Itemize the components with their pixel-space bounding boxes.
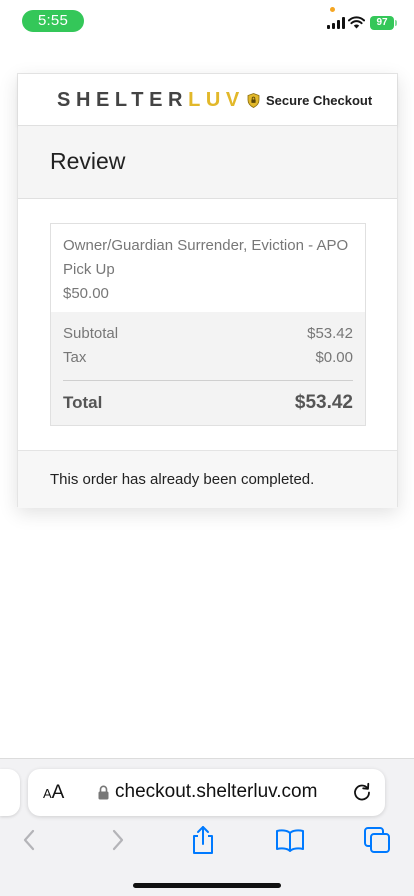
tabs-icon bbox=[364, 827, 390, 853]
forward-button[interactable] bbox=[103, 825, 133, 855]
page-title: Review bbox=[50, 148, 126, 174]
lock-icon bbox=[98, 785, 109, 800]
tax-value: $0.00 bbox=[315, 349, 353, 366]
bookmarks-button[interactable] bbox=[275, 825, 305, 855]
order-status-footer: This order has already been completed. bbox=[18, 451, 397, 508]
address-bar[interactable]: AA checkout.shelterluv.com bbox=[28, 769, 385, 816]
shelterluv-logo[interactable]: SHELTERLUV bbox=[57, 88, 245, 112]
status-time[interactable]: 5:55 bbox=[22, 10, 84, 32]
browser-toolbar bbox=[0, 821, 414, 861]
signal-icon bbox=[327, 17, 345, 29]
order-completed-message: This order has already been completed. bbox=[50, 471, 315, 488]
page-settings-button[interactable]: AA bbox=[43, 782, 64, 804]
share-icon bbox=[193, 826, 213, 854]
aa-small-letter: A bbox=[43, 786, 52, 801]
checkout-card: SHELTERLUV Secure Checkout Review Owner/… bbox=[17, 73, 398, 508]
aa-large-letter: A bbox=[51, 782, 65, 803]
line-item-name: Owner/Guardian Surrender, Eviction - APO… bbox=[63, 237, 349, 278]
totals: Subtotal $53.42 Tax $0.00 Total $53.42 bbox=[51, 312, 365, 425]
logo-shelter-text: SHELTER bbox=[57, 89, 189, 111]
tax-row: Tax $0.00 bbox=[63, 346, 353, 370]
tax-label: Tax bbox=[63, 349, 87, 366]
browser-bottom-bar: AA checkout.shelterluv.com bbox=[0, 758, 414, 896]
logo-luv-text: LUV bbox=[188, 89, 245, 111]
order-summary: Owner/Guardian Surrender, Eviction - APO… bbox=[50, 223, 366, 426]
order-summary-area: Owner/Guardian Surrender, Eviction - APO… bbox=[18, 199, 397, 451]
bookmarks-icon bbox=[276, 829, 304, 852]
back-button[interactable] bbox=[14, 825, 44, 855]
url-text[interactable]: checkout.shelterluv.com bbox=[115, 781, 317, 803]
totals-divider bbox=[63, 380, 353, 381]
secure-checkout-badge: Secure Checkout bbox=[247, 91, 372, 109]
line-item: Owner/Guardian Surrender, Eviction - APO… bbox=[51, 224, 365, 312]
subtotal-value: $53.42 bbox=[307, 325, 353, 342]
status-bar: 5:55 97 bbox=[0, 0, 414, 44]
subtotal-label: Subtotal bbox=[63, 325, 119, 342]
share-button[interactable] bbox=[188, 825, 218, 855]
reload-icon[interactable] bbox=[352, 782, 372, 802]
previous-tab-preview[interactable] bbox=[0, 769, 20, 816]
line-item-price: $50.00 bbox=[63, 285, 109, 302]
checkout-header: SHELTERLUV Secure Checkout bbox=[18, 74, 397, 126]
secure-checkout-label: Secure Checkout bbox=[266, 92, 373, 108]
wifi-icon bbox=[348, 16, 365, 29]
home-indicator[interactable] bbox=[133, 883, 281, 888]
tabs-button[interactable] bbox=[362, 825, 392, 855]
total-label: Total bbox=[63, 393, 103, 412]
total-row: Total $53.42 bbox=[63, 389, 353, 417]
privacy-indicator-dot bbox=[330, 7, 335, 12]
forward-icon bbox=[112, 829, 124, 851]
total-value: $53.42 bbox=[294, 392, 353, 413]
shield-icon bbox=[247, 92, 260, 108]
back-icon bbox=[23, 829, 35, 851]
review-section-header: Review bbox=[18, 126, 397, 199]
battery-cap bbox=[395, 20, 397, 26]
subtotal-row: Subtotal $53.42 bbox=[63, 322, 353, 346]
battery-icon: 97 bbox=[370, 16, 394, 30]
